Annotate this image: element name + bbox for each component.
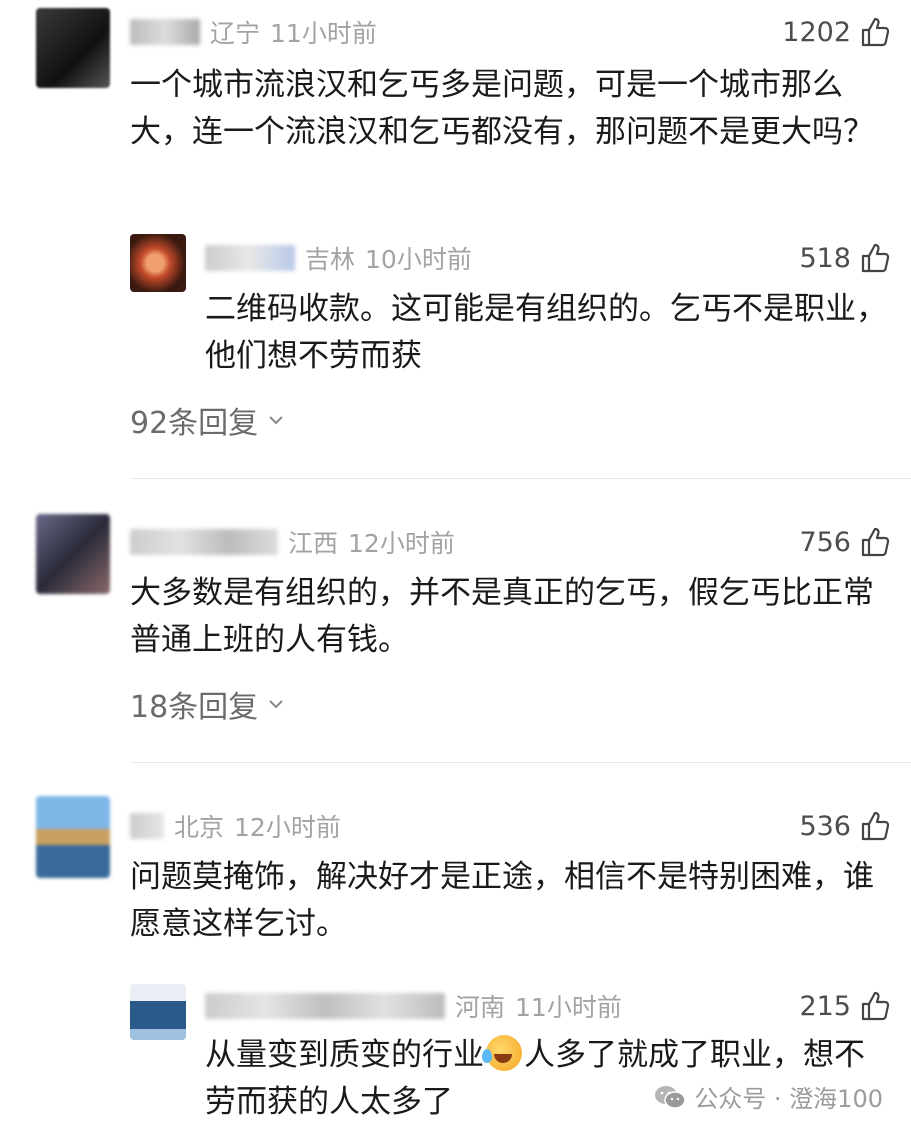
thumbs-up-icon[interactable]: [859, 16, 891, 48]
replies-count-label: 18条回复: [130, 690, 259, 725]
timestamp: 11小时前: [270, 19, 377, 48]
view-replies-button[interactable]: 92条回复: [130, 398, 286, 442]
reply-avatar[interactable]: [130, 234, 186, 292]
reply-text: 二维码收款。这可能是有组织的。乞丐不是职业，他们想不劳而获: [205, 291, 887, 374]
username-blurred[interactable]: [205, 245, 295, 271]
username-blurred[interactable]: [130, 813, 164, 839]
like-button[interactable]: 215: [799, 986, 891, 1026]
like-button[interactable]: 536: [799, 806, 891, 846]
avatar[interactable]: [36, 514, 110, 594]
divider: [130, 478, 911, 479]
like-count: 1202: [782, 16, 851, 48]
location: 辽宁: [210, 19, 261, 48]
thumbs-up-icon[interactable]: [859, 810, 891, 842]
comment-text: 一个城市流浪汉和乞丐多是问题，可是一个城市那么大，连一个流浪汉和乞丐都没有，那问…: [130, 67, 874, 150]
timestamp: 10小时前: [365, 245, 472, 274]
location: 吉林: [305, 245, 356, 274]
chevron-down-icon: [269, 416, 283, 425]
comment-meta: 北京 12小时前: [130, 806, 341, 846]
username-blurred[interactable]: [130, 529, 278, 555]
reply-avatar[interactable]: [130, 984, 186, 1040]
location: 北京: [174, 813, 225, 842]
divider: [130, 762, 911, 763]
comment-meta: 辽宁 11小时前: [130, 12, 377, 52]
reply-text-part1: 从量变到质变的行业: [205, 1037, 484, 1073]
location: 江西: [288, 529, 339, 558]
reply-meta: 河南 11小时前: [205, 986, 622, 1026]
view-replies-button[interactable]: 18条回复: [130, 682, 286, 726]
like-button[interactable]: 756: [799, 522, 891, 562]
like-count: 756: [799, 526, 851, 558]
avatar[interactable]: [36, 8, 110, 88]
wechat-icon: [655, 1085, 687, 1109]
reply-meta: 吉林 10小时前: [205, 238, 472, 278]
username-blurred[interactable]: [205, 993, 445, 1019]
comment-text: 问题莫掩饰，解决好才是正途，相信不是特别困难，谁愿意这样乞讨。: [130, 859, 874, 942]
like-button[interactable]: 1202: [782, 12, 891, 52]
thumbs-up-icon[interactable]: [859, 990, 891, 1022]
location: 河南: [455, 993, 506, 1022]
watermark-label: 公众号 · 澄海100: [694, 1085, 883, 1113]
timestamp: 12小时前: [348, 529, 455, 558]
watermark: 公众号 · 澄海100: [654, 1079, 883, 1114]
thumbs-up-icon[interactable]: [859, 526, 891, 558]
comment-meta: 江西 12小时前: [130, 522, 455, 562]
thumbs-up-icon[interactable]: [859, 242, 891, 274]
like-button[interactable]: 518: [799, 238, 891, 278]
like-count: 518: [799, 242, 851, 274]
timestamp: 11小时前: [515, 993, 622, 1022]
comment-text: 大多数是有组织的，并不是真正的乞丐，假乞丐比正常普通上班的人有钱。: [130, 575, 874, 658]
timestamp: 12小时前: [234, 813, 341, 842]
chevron-down-icon: [269, 700, 283, 709]
like-count: 215: [799, 990, 851, 1022]
like-count: 536: [799, 810, 851, 842]
avatar[interactable]: [36, 796, 110, 878]
replies-count-label: 92条回复: [130, 406, 259, 441]
crying-laughing-emoji-icon: [482, 1035, 522, 1071]
username-blurred[interactable]: [130, 19, 200, 45]
